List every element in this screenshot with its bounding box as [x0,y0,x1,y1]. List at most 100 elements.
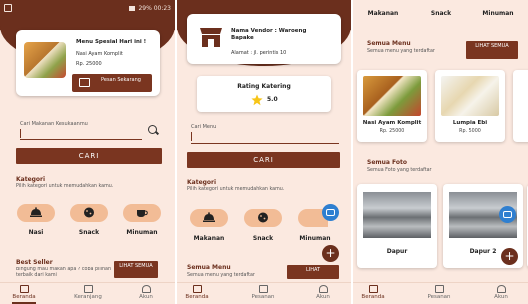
category-minuman-label: Minuman [299,235,331,242]
bottom-nav: Beranda Keranjang Akun [0,282,175,304]
menu-image [441,76,499,116]
category-snack-button[interactable] [70,204,108,222]
best-seller-subtitle: Bingung mau makan apa ? coba pilihan ter… [16,267,111,278]
nav-beranda[interactable]: Beranda [353,285,393,300]
user-icon [496,285,506,293]
order-now-label: Pesan Sekarang [101,77,141,83]
camera-icon[interactable] [499,206,516,223]
nav-akun[interactable]: Akun [481,285,521,300]
promo-card[interactable]: Menu Spesial Hari ini ! Nasi Ayam Kompli… [16,30,160,96]
bottom-nav: Beranda Pesanan Akun [177,282,351,304]
vendor-card: Nama Vendor : Waroeng Bapake Alamat : jl… [187,14,341,64]
nav-pesanan-label: Pesanan [427,294,451,300]
menu-price: Rp. 25000 [379,129,405,134]
nav-keranjang[interactable]: Keranjang [68,285,108,300]
menu-name: Lumpia Ebi [452,120,488,126]
promo-title: Menu Spesial Hari ini ! [76,39,147,45]
menu-price: Rp. 5000 [459,129,481,134]
cookie-icon [258,212,268,223]
category-snack-label: Snack [78,229,100,236]
add-fab-button[interactable]: + [501,248,518,265]
rating-title: Rating Katering [237,83,291,90]
semua-menu-title: Semua Menu [187,264,231,271]
search-icon[interactable] [148,125,157,134]
search-label: Cari Makanan Kesukaanmu [20,121,88,127]
nav-akun[interactable]: Akun [126,285,166,300]
nav-akun-label: Akun [316,294,330,300]
photo-name: Dapur [386,248,408,255]
semua-menu-subtitle: Semua menu yang terdaftar [367,49,435,54]
nav-akun-label: Akun [139,294,153,300]
category-snack-label: Snack [252,235,274,242]
menu-image [363,76,421,116]
see-all-button[interactable]: LIHAT [287,265,339,279]
basket-icon [79,78,90,87]
nav-akun-label: Akun [494,294,508,300]
promo-item: Nasi Ayam Komplit [76,51,123,57]
basket-icon [434,285,444,293]
semua-menu-title: Semua Menu [367,40,411,47]
nav-beranda-label: Beranda [185,294,209,300]
rating-card: Rating Katering 5.0 [197,76,331,112]
status-text: 29% 00:23 [138,4,171,12]
nav-pesanan-label: Pesanan [251,294,275,300]
vendor-address: Alamat : jl. perintis 10 [231,50,287,56]
cup-icon [137,210,148,217]
user-icon [141,285,151,293]
search-underline [191,143,339,144]
screen-vendor: Nama Vendor : Waroeng Bapake Alamat : jl… [177,0,351,304]
home-icon [19,285,29,293]
order-now-button[interactable]: Pesan Sekarang [72,74,152,92]
search-underline [20,139,142,140]
rating-value: 5.0 [267,96,278,103]
category-snack-button[interactable] [244,209,282,227]
nav-pesanan[interactable]: Pesanan [419,285,459,300]
search-button[interactable]: CARI [187,152,340,168]
search-input[interactable] [191,132,192,141]
nav-beranda-label: Beranda [361,294,385,300]
store-icon [200,28,222,47]
nav-akun[interactable]: Akun [303,285,343,300]
category-nasi-label: Nasi [28,229,44,236]
star-icon [251,94,263,106]
menu-card[interactable]: Lumpia Ebi Rp. 5000 [435,70,505,142]
bottom-nav: Beranda Pesanan Akun [353,282,528,304]
nav-keranjang-label: Keranjang [74,294,102,300]
see-all-button[interactable]: LIHAT SEMUA [466,41,518,59]
photo-card[interactable]: Dapur [357,184,437,268]
promo-price: Rp. 25000 [76,61,102,67]
bell-dish-icon [30,207,42,217]
menu-card[interactable]: Nasi Ayam Komplit Rp. 25000 [357,70,427,142]
category-makanan-label: Makanan [367,10,399,17]
screen-home: 29% 00:23 Menu Spesial Hari ini ! Nasi A… [0,0,175,304]
search-button[interactable]: CARI [16,148,162,164]
category-makanan-label: Makanan [193,235,225,242]
food-image [24,42,66,78]
basket-icon [83,285,93,293]
category-nasi-button[interactable] [17,204,55,222]
signal-icon [129,5,136,11]
nav-beranda[interactable]: Beranda [177,285,217,300]
menu-card[interactable] [513,70,528,142]
add-fab-button[interactable]: + [322,245,339,262]
bell-dish-icon [203,212,215,222]
cookie-icon [84,207,94,218]
kategori-subtitle: Pilih kategori untuk memudahkan kamu. [16,184,114,189]
see-all-button[interactable]: LIHAT SEMUA [114,261,158,278]
home-icon [192,285,202,293]
category-minuman-label: Minuman [482,10,514,17]
category-minuman-button[interactable] [123,204,161,222]
nav-beranda-label: Beranda [12,294,36,300]
search-input[interactable] [20,129,21,138]
notification-icon [4,4,12,12]
semua-foto-subtitle: Semua Foto yang terdaftar [367,168,432,173]
camera-icon[interactable] [322,204,339,221]
status-bar: 29% 00:23 [0,0,175,16]
category-makanan-button[interactable] [190,209,228,227]
nav-beranda[interactable]: Beranda [4,285,44,304]
search-label: Cari Menu [191,124,217,130]
kategori-subtitle: Pilih kategori untuk memudahkan kamu. [187,187,285,192]
nav-pesanan[interactable]: Pesanan [243,285,283,300]
photo-image [363,192,431,238]
category-minuman-label: Minuman [126,229,158,236]
